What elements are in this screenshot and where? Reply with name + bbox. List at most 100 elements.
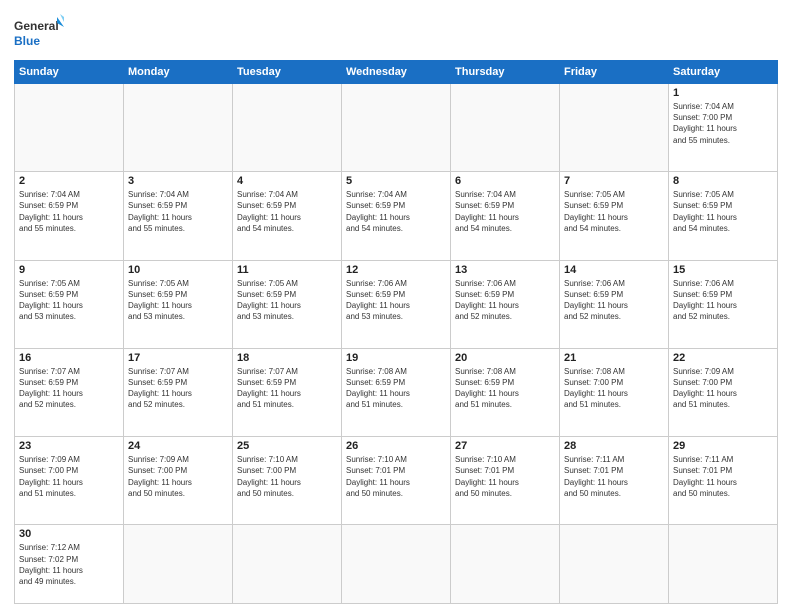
calendar-cell: 8 Sunrise: 7:05 AM Sunset: 6:59 PM Daylig…: [669, 172, 778, 260]
calendar-day-header: Saturday: [669, 61, 778, 84]
day-number: 9: [19, 264, 119, 276]
day-info: Sunrise: 7:11 AM Sunset: 7:01 PM Dayligh…: [673, 454, 773, 499]
day-number: 22: [673, 352, 773, 364]
calendar-cell: [560, 84, 669, 172]
calendar-cell: 21Sunrise: 7:08 AM Sunset: 7:00 PM Dayli…: [560, 348, 669, 436]
day-number: 29: [673, 440, 773, 452]
day-info: Sunrise: 7:09 AM Sunset: 7:00 PM Dayligh…: [19, 454, 119, 499]
day-info: Sunrise: 7:05 AM Sunset: 6:59 PM Dayligh…: [564, 189, 664, 234]
calendar-cell: 23Sunrise: 7:09 AM Sunset: 7:00 PM Dayli…: [15, 437, 124, 525]
calendar-cell: 10 Sunrise: 7:05 AM Sunset: 6:59 PM Dayli…: [124, 260, 233, 348]
calendar-cell: 12 Sunrise: 7:06 AM Sunset: 6:59 PM Dayli…: [342, 260, 451, 348]
calendar-cell: 17 Sunrise: 7:07 AM Sunset: 6:59 PM Dayli…: [124, 348, 233, 436]
day-number: 11: [237, 264, 337, 276]
day-info: Sunrise: 7:05 AM Sunset: 6:59 PM Dayligh…: [19, 278, 119, 323]
svg-text:General: General: [14, 19, 59, 33]
calendar-cell: 26 Sunrise: 7:10 AM Sunset: 7:01 PM Dayli…: [342, 437, 451, 525]
day-info: Sunrise: 7:12 AM Sunset: 7:02 PM Dayligh…: [19, 542, 119, 587]
calendar-cell: 24Sunrise: 7:09 AM Sunset: 7:00 PM Dayli…: [124, 437, 233, 525]
day-number: 4: [237, 175, 337, 187]
day-info: Sunrise: 7:04 AM Sunset: 6:59 PM Dayligh…: [346, 189, 446, 234]
calendar-cell: 7Sunrise: 7:05 AM Sunset: 6:59 PM Daylig…: [560, 172, 669, 260]
day-number: 21: [564, 352, 664, 364]
day-number: 18: [237, 352, 337, 364]
day-info: Sunrise: 7:05 AM Sunset: 6:59 PM Dayligh…: [128, 278, 228, 323]
calendar-cell: 15Sunrise: 7:06 AM Sunset: 6:59 PM Dayli…: [669, 260, 778, 348]
calendar-cell: 14 Sunrise: 7:06 AM Sunset: 6:59 PM Dayli…: [560, 260, 669, 348]
day-info: Sunrise: 7:10 AM Sunset: 7:00 PM Dayligh…: [237, 454, 337, 499]
calendar-cell: 22Sunrise: 7:09 AM Sunset: 7:00 PM Dayli…: [669, 348, 778, 436]
calendar: SundayMondayTuesdayWednesdayThursdayFrid…: [14, 60, 778, 604]
calendar-cell: 5 Sunrise: 7:04 AM Sunset: 6:59 PM Daylig…: [342, 172, 451, 260]
day-number: 16: [19, 352, 119, 364]
calendar-cell: 1 Sunrise: 7:04 AM Sunset: 7:00 PM Daylig…: [669, 84, 778, 172]
day-info: Sunrise: 7:07 AM Sunset: 6:59 PM Dayligh…: [19, 366, 119, 411]
day-info: Sunrise: 7:09 AM Sunset: 7:00 PM Dayligh…: [128, 454, 228, 499]
calendar-cell: 30Sunrise: 7:12 AM Sunset: 7:02 PM Dayli…: [15, 525, 124, 604]
day-info: Sunrise: 7:08 AM Sunset: 6:59 PM Dayligh…: [455, 366, 555, 411]
day-number: 6: [455, 175, 555, 187]
calendar-cell: [233, 84, 342, 172]
day-number: 27: [455, 440, 555, 452]
calendar-cell: 28 Sunrise: 7:11 AM Sunset: 7:01 PM Dayli…: [560, 437, 669, 525]
day-number: 12: [346, 264, 446, 276]
page: General Blue SundayMondayTuesdayWednesda…: [0, 0, 792, 612]
day-number: 28: [564, 440, 664, 452]
day-info: Sunrise: 7:08 AM Sunset: 6:59 PM Dayligh…: [346, 366, 446, 411]
day-info: Sunrise: 7:11 AM Sunset: 7:01 PM Dayligh…: [564, 454, 664, 499]
calendar-week-row: 9 Sunrise: 7:05 AM Sunset: 6:59 PM Daylig…: [15, 260, 778, 348]
calendar-cell: 2 Sunrise: 7:04 AM Sunset: 6:59 PM Daylig…: [15, 172, 124, 260]
calendar-day-header: Wednesday: [342, 61, 451, 84]
calendar-week-row: 23Sunrise: 7:09 AM Sunset: 7:00 PM Dayli…: [15, 437, 778, 525]
calendar-cell: [124, 525, 233, 604]
calendar-cell: 13Sunrise: 7:06 AM Sunset: 6:59 PM Dayli…: [451, 260, 560, 348]
day-number: 10: [128, 264, 228, 276]
day-info: Sunrise: 7:07 AM Sunset: 6:59 PM Dayligh…: [237, 366, 337, 411]
day-info: Sunrise: 7:10 AM Sunset: 7:01 PM Dayligh…: [346, 454, 446, 499]
calendar-day-header: Thursday: [451, 61, 560, 84]
calendar-cell: [233, 525, 342, 604]
header: General Blue: [14, 12, 778, 52]
day-number: 2: [19, 175, 119, 187]
calendar-day-header: Monday: [124, 61, 233, 84]
day-info: Sunrise: 7:10 AM Sunset: 7:01 PM Dayligh…: [455, 454, 555, 499]
calendar-cell: 11 Sunrise: 7:05 AM Sunset: 6:59 PM Dayli…: [233, 260, 342, 348]
calendar-cell: [15, 84, 124, 172]
day-info: Sunrise: 7:07 AM Sunset: 6:59 PM Dayligh…: [128, 366, 228, 411]
calendar-header-row: SundayMondayTuesdayWednesdayThursdayFrid…: [15, 61, 778, 84]
day-info: Sunrise: 7:06 AM Sunset: 6:59 PM Dayligh…: [346, 278, 446, 323]
day-number: 15: [673, 264, 773, 276]
calendar-cell: [124, 84, 233, 172]
calendar-cell: 6 Sunrise: 7:04 AM Sunset: 6:59 PM Daylig…: [451, 172, 560, 260]
day-info: Sunrise: 7:04 AM Sunset: 7:00 PM Dayligh…: [673, 101, 773, 146]
calendar-cell: 20Sunrise: 7:08 AM Sunset: 6:59 PM Dayli…: [451, 348, 560, 436]
calendar-cell: 19 Sunrise: 7:08 AM Sunset: 6:59 PM Dayli…: [342, 348, 451, 436]
day-number: 17: [128, 352, 228, 364]
day-number: 1: [673, 87, 773, 99]
calendar-week-row: 1 Sunrise: 7:04 AM Sunset: 7:00 PM Daylig…: [15, 84, 778, 172]
day-info: Sunrise: 7:04 AM Sunset: 6:59 PM Dayligh…: [237, 189, 337, 234]
day-info: Sunrise: 7:04 AM Sunset: 6:59 PM Dayligh…: [19, 189, 119, 234]
day-number: 13: [455, 264, 555, 276]
day-number: 26: [346, 440, 446, 452]
day-info: Sunrise: 7:04 AM Sunset: 6:59 PM Dayligh…: [455, 189, 555, 234]
day-number: 5: [346, 175, 446, 187]
calendar-cell: 16 Sunrise: 7:07 AM Sunset: 6:59 PM Dayli…: [15, 348, 124, 436]
calendar-cell: [451, 525, 560, 604]
calendar-cell: 25Sunrise: 7:10 AM Sunset: 7:00 PM Dayli…: [233, 437, 342, 525]
day-info: Sunrise: 7:06 AM Sunset: 6:59 PM Dayligh…: [564, 278, 664, 323]
calendar-week-row: 16 Sunrise: 7:07 AM Sunset: 6:59 PM Dayli…: [15, 348, 778, 436]
calendar-day-header: Sunday: [15, 61, 124, 84]
day-number: 8: [673, 175, 773, 187]
logo: General Blue: [14, 12, 64, 52]
calendar-cell: [560, 525, 669, 604]
svg-text:Blue: Blue: [14, 34, 40, 48]
day-info: Sunrise: 7:05 AM Sunset: 6:59 PM Dayligh…: [673, 189, 773, 234]
calendar-cell: [342, 525, 451, 604]
calendar-day-header: Friday: [560, 61, 669, 84]
day-number: 14: [564, 264, 664, 276]
calendar-cell: [669, 525, 778, 604]
logo-svg: General Blue: [14, 12, 64, 52]
day-number: 19: [346, 352, 446, 364]
day-info: Sunrise: 7:05 AM Sunset: 6:59 PM Dayligh…: [237, 278, 337, 323]
